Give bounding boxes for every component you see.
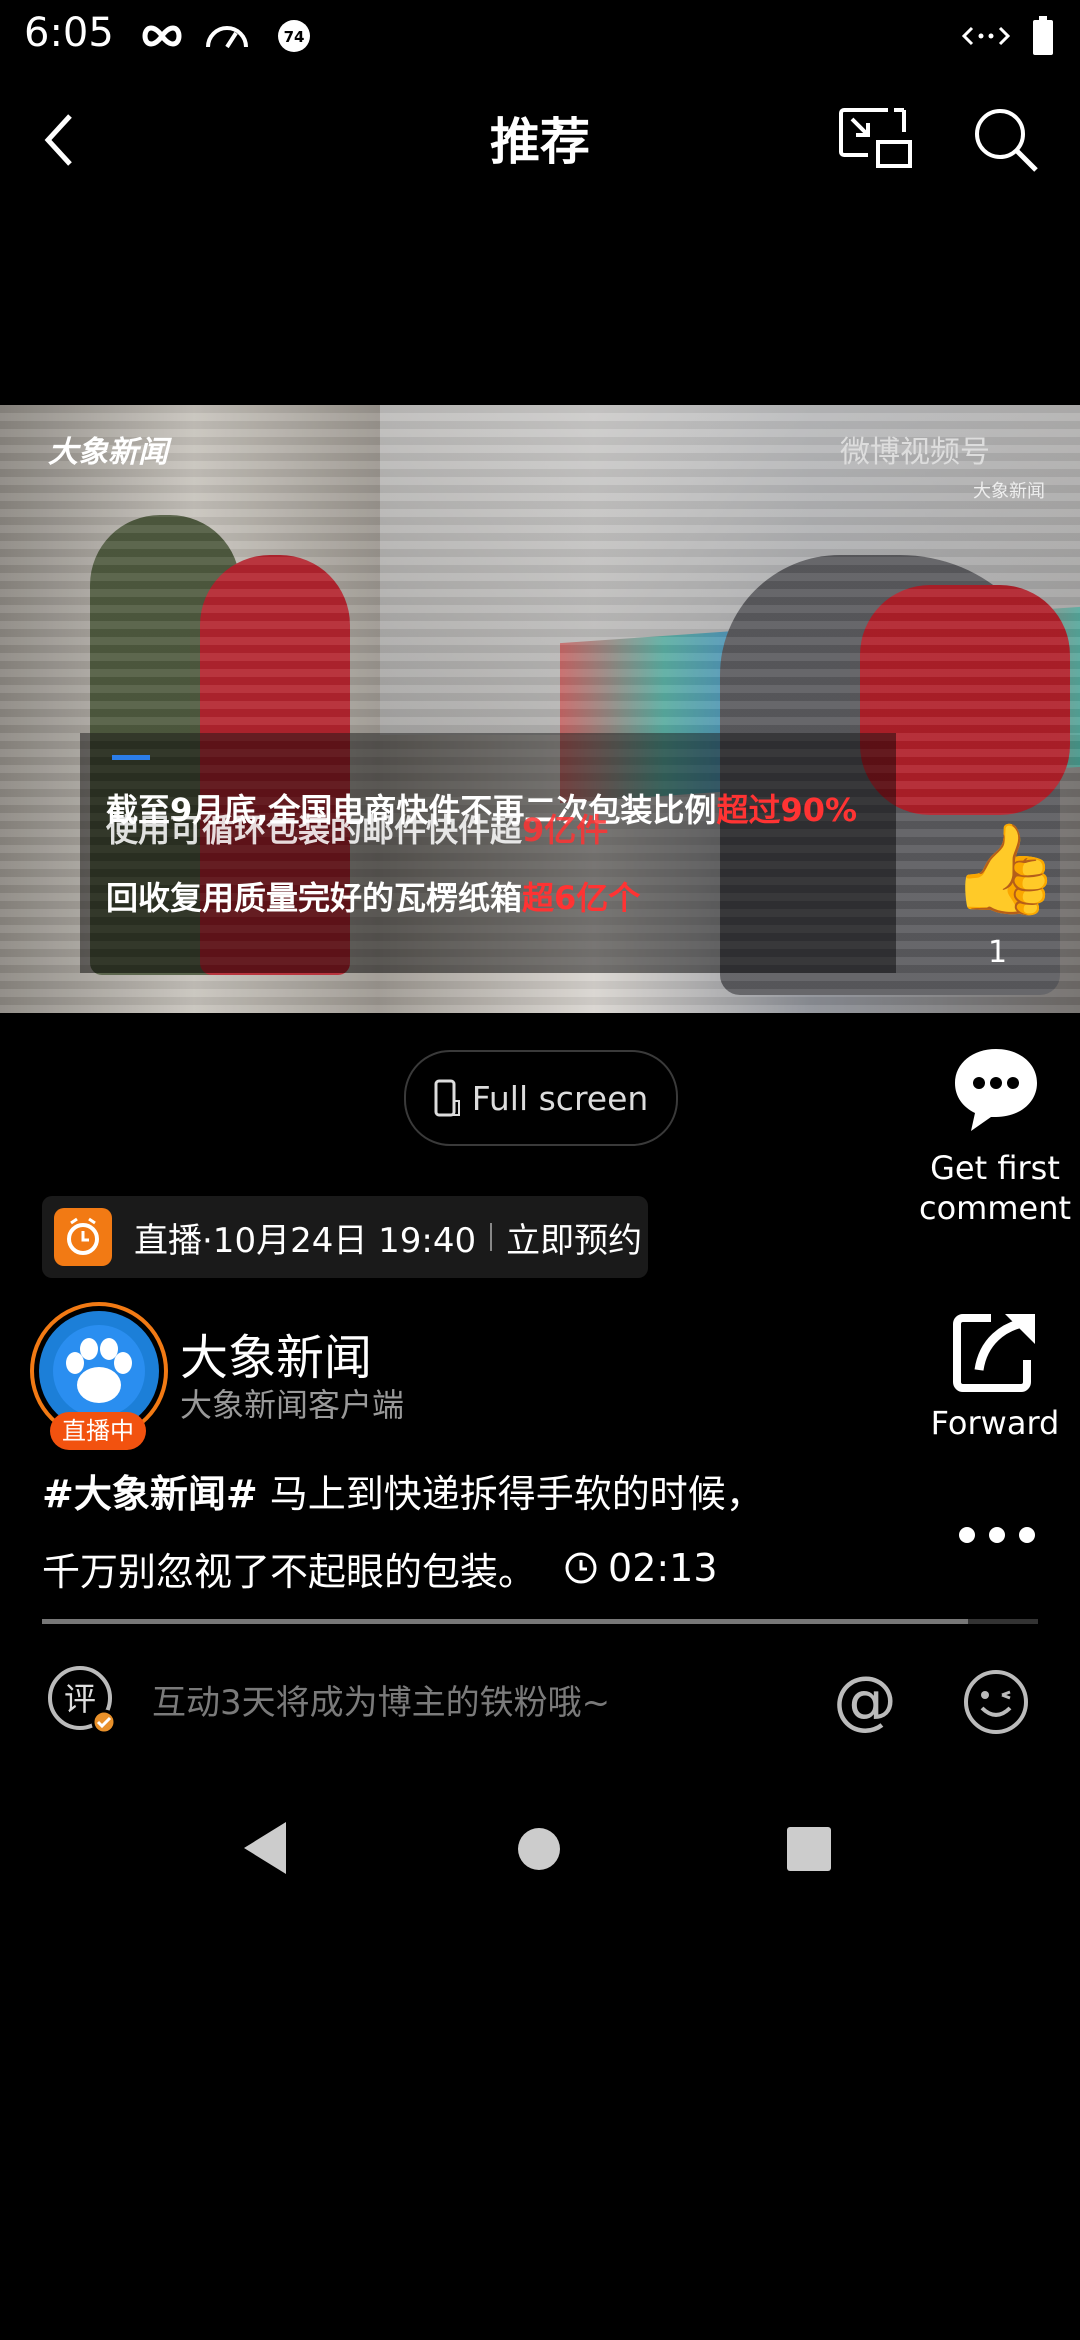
hashtag-link[interactable]: #大象新闻# xyxy=(42,1472,258,1516)
caption-accent-bar xyxy=(112,755,150,760)
speedometer-icon xyxy=(202,14,252,58)
comment-button[interactable] xyxy=(951,1045,1041,1135)
fullscreen-label: Full screen xyxy=(471,1078,649,1118)
status-bar: 6:05 74 xyxy=(0,0,1080,72)
share-forward-icon xyxy=(953,1314,1035,1392)
live-reservation-banner[interactable]: 直播·10月24日 19:40 立即预约 xyxy=(42,1196,648,1278)
home-circle-icon xyxy=(518,1828,560,1870)
post-text-line: #大象新闻# 马上到快递拆得手软的时候， xyxy=(42,1472,764,1516)
video-watermark-logo: 大象新闻 xyxy=(48,435,168,470)
rotate-phone-icon xyxy=(434,1079,460,1117)
more-options-button[interactable] xyxy=(952,1520,1042,1550)
live-schedule-text: 直播·10月24日 19:40 xyxy=(134,1220,477,1261)
account-name[interactable]: 大象新闻 xyxy=(180,1318,372,1388)
data-arrows-icon xyxy=(960,14,1012,58)
system-back-button[interactable] xyxy=(240,1820,288,1876)
like-count: 1 xyxy=(988,935,1008,970)
svg-text:74: 74 xyxy=(284,28,305,46)
reserve-button[interactable]: 立即预约 xyxy=(506,1213,642,1262)
system-home-button[interactable] xyxy=(516,1826,562,1872)
video-progress-fill xyxy=(42,1619,969,1624)
account-subtitle: 大象新闻客户端 xyxy=(180,1386,405,1424)
weibo-watermark: 微博视频号 xyxy=(840,435,990,470)
weibo-watermark-sub: 大象新闻 xyxy=(973,481,1045,502)
svg-text:评: 评 xyxy=(64,1680,96,1718)
video-progress-track[interactable] xyxy=(42,1619,1038,1624)
post-text-line: 千万别忽视了不起眼的包装。 02:13 xyxy=(42,1532,862,1608)
notification-74-icon: 74 xyxy=(274,14,314,58)
system-recents-button[interactable] xyxy=(786,1826,832,1872)
comment-label[interactable]: Get first comment xyxy=(900,1148,1080,1228)
emoji-wink-icon[interactable] xyxy=(962,1668,1030,1736)
infinity-icon xyxy=(138,14,186,58)
video-caption-line: 回收复用质量完好的瓦楞纸箱超6亿个 xyxy=(106,879,641,917)
status-time: 6:05 xyxy=(24,10,114,56)
battery-icon xyxy=(1030,14,1056,58)
comment-bubble-icon xyxy=(955,1049,1037,1131)
like-icon[interactable]: 👍 xyxy=(950,825,1060,913)
fullscreen-button[interactable]: Full screen xyxy=(404,1050,678,1146)
forward-label[interactable]: Forward xyxy=(900,1404,1080,1442)
more-dots-icon xyxy=(959,1527,1035,1543)
alarm-clock-icon xyxy=(54,1208,112,1266)
video-duration: 02:13 xyxy=(564,1532,718,1604)
clock-icon xyxy=(565,1552,597,1584)
back-triangle-icon xyxy=(244,1822,286,1874)
comment-badge-icon: 评 xyxy=(46,1664,118,1736)
forward-button[interactable] xyxy=(953,1312,1037,1392)
live-badge: 直播中 xyxy=(50,1412,146,1450)
mention-at-icon[interactable]: @ xyxy=(832,1666,898,1736)
divider xyxy=(490,1223,493,1251)
video-caption-line: 使用可循环包装的邮件快件超9亿件 xyxy=(106,811,609,849)
comment-input[interactable] xyxy=(150,1672,804,1734)
page-title: 推荐 xyxy=(490,113,590,171)
video-player[interactable]: 大象新闻 微博视频号 大象新闻 截至9月底,全国电商快件不再二次包装比例超过90… xyxy=(0,405,1080,1013)
video-caption-box xyxy=(80,733,896,973)
recents-square-icon xyxy=(787,1827,831,1871)
